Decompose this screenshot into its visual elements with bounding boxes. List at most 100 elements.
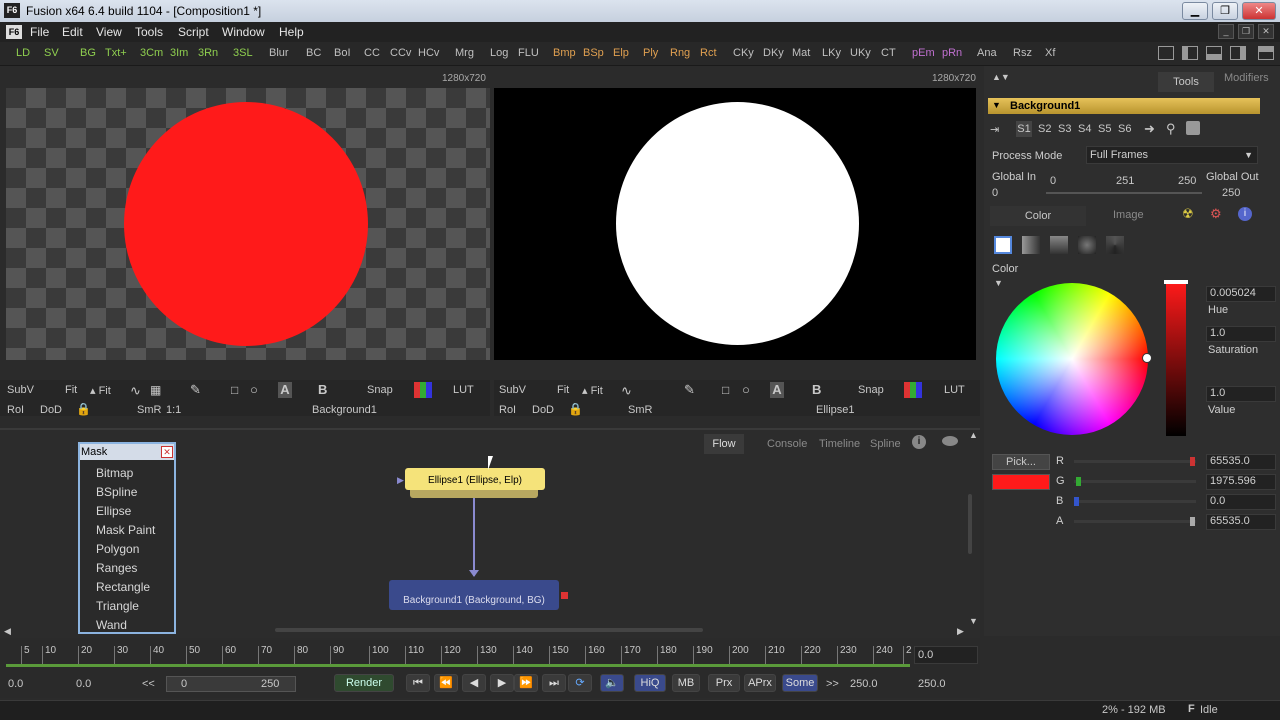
- layout-side-icon[interactable]: [1230, 46, 1246, 60]
- left-viewer[interactable]: [6, 88, 490, 360]
- layout-top-icon[interactable]: [1258, 46, 1274, 60]
- mask-item-wand[interactable]: Wand: [96, 616, 155, 635]
- tool-ccv[interactable]: CCv: [390, 47, 411, 59]
- color-expand-icon[interactable]: ▼: [994, 278, 1003, 288]
- minimize-button[interactable]: ▁: [1182, 2, 1208, 20]
- flow-vertical-scrollbar[interactable]: [968, 494, 972, 554]
- channel-g-slider[interactable]: [1074, 477, 1196, 486]
- channel-icon[interactable]: [414, 382, 432, 398]
- tool-bmp[interactable]: Bmp: [553, 47, 576, 59]
- tool-3im[interactable]: 3Im: [170, 47, 188, 59]
- swatch-radial-icon[interactable]: [1078, 236, 1096, 254]
- tool-3rn[interactable]: 3Rn: [198, 47, 218, 59]
- tool-ana[interactable]: Ana: [977, 47, 997, 59]
- tool-ld[interactable]: LD: [16, 47, 30, 59]
- left-fit-button[interactable]: Fit: [65, 384, 77, 396]
- color-wheel-handle[interactable]: [1142, 353, 1152, 363]
- spline-icon[interactable]: ∿: [621, 383, 632, 399]
- tool-xf[interactable]: Xf: [1045, 47, 1055, 59]
- right-fit-button[interactable]: Fit: [557, 384, 569, 396]
- tool-mrg[interactable]: Mrg: [455, 47, 474, 59]
- right-smr-button[interactable]: SmR: [628, 404, 652, 416]
- prx-button[interactable]: Prx: [708, 674, 740, 692]
- menu-edit[interactable]: Edit: [62, 25, 83, 39]
- tool-flu[interactable]: FLU: [518, 47, 539, 59]
- global-out-value[interactable]: 250: [1222, 187, 1240, 199]
- circle-icon[interactable]: ○: [250, 382, 258, 397]
- mask-item-ellipse[interactable]: Ellipse: [96, 502, 155, 521]
- save-icon[interactable]: [1186, 121, 1200, 135]
- saturation-field[interactable]: 1.0: [1206, 326, 1276, 342]
- range-forward-button[interactable]: >>: [826, 678, 839, 690]
- tab-spline[interactable]: Spline: [870, 434, 901, 454]
- rect-icon[interactable]: □: [231, 383, 238, 397]
- tool-txt[interactable]: Txt+: [105, 47, 127, 59]
- global-start-field[interactable]: 0.0: [8, 678, 23, 690]
- tool-boi[interactable]: BoI: [334, 47, 351, 59]
- range-back-button[interactable]: <<: [142, 678, 155, 690]
- tool-3sl[interactable]: 3SL: [233, 47, 253, 59]
- flow-horizontal-scrollbar[interactable]: [275, 628, 703, 632]
- menu-window[interactable]: Window: [222, 25, 265, 39]
- color-wheel[interactable]: [996, 283, 1152, 435]
- channel-g-handle[interactable]: [1076, 477, 1081, 486]
- channel-b-handle[interactable]: [1074, 497, 1079, 506]
- mb-button[interactable]: MB: [672, 674, 700, 692]
- swatch-solid-icon[interactable]: [994, 236, 1012, 254]
- time-ruler[interactable]: 5 10 20 30 40 50 60 70 80 90 100 110 120 130 140 150 160…: [0, 640, 980, 668]
- right-lut-button[interactable]: LUT: [944, 384, 965, 396]
- render-button[interactable]: Render: [334, 674, 394, 692]
- tab-tools[interactable]: Tools: [1158, 72, 1214, 92]
- value-slider-handle[interactable]: [1164, 280, 1188, 284]
- global-in-value[interactable]: 0: [992, 187, 998, 199]
- right-subv-button[interactable]: SubV: [499, 384, 526, 396]
- version-s1[interactable]: S1: [1016, 121, 1032, 137]
- right-fit2-button[interactable]: ▴ Fit: [582, 384, 603, 397]
- layout-stack-icon[interactable]: [1206, 46, 1222, 60]
- tool-blur[interactable]: Blur: [269, 47, 289, 59]
- go-end-icon[interactable]: ⏭: [542, 674, 566, 692]
- tool-log[interactable]: Log: [490, 47, 508, 59]
- doc-minimize-icon[interactable]: _: [1218, 24, 1234, 39]
- pen-icon[interactable]: ✎: [190, 382, 201, 398]
- channel-a-handle[interactable]: [1190, 517, 1195, 526]
- doc-close-icon[interactable]: ✕: [1258, 24, 1274, 39]
- link-icon[interactable]: ➜: [1144, 121, 1155, 137]
- tool-mat[interactable]: Mat: [792, 47, 810, 59]
- pen-icon[interactable]: ✎: [684, 382, 695, 398]
- right-snap-button[interactable]: Snap: [858, 384, 884, 396]
- render-range-slider[interactable]: 0 250: [166, 676, 296, 692]
- tool-pem[interactable]: pEm: [912, 47, 935, 59]
- info-icon[interactable]: i: [1238, 207, 1252, 221]
- spline-icon[interactable]: ∿: [130, 383, 141, 399]
- channel-g-field[interactable]: 1975.596: [1206, 474, 1276, 490]
- pin-icon[interactable]: ▲▼: [992, 72, 1010, 82]
- subtab-color[interactable]: Color: [990, 206, 1086, 226]
- gear-icon[interactable]: ⚙: [1210, 206, 1222, 222]
- tool-uky[interactable]: UKy: [850, 47, 871, 59]
- node-background[interactable]: Background1 (Background, BG): [389, 580, 559, 610]
- app-menu-icon[interactable]: F6: [6, 25, 22, 39]
- play-icon[interactable]: ▶: [490, 674, 514, 692]
- tool-header[interactable]: ▼ Background1: [988, 98, 1260, 114]
- pick-button[interactable]: Pick...: [992, 454, 1050, 470]
- left-fit2-button[interactable]: ▴ Fit: [90, 384, 111, 397]
- tool-rsz[interactable]: Rsz: [1013, 47, 1032, 59]
- rect-icon[interactable]: □: [722, 383, 729, 397]
- right-a-button[interactable]: A: [770, 382, 784, 398]
- tool-cky[interactable]: CKy: [733, 47, 754, 59]
- scroll-left-icon[interactable]: ◀: [4, 626, 11, 637]
- global-range-slider[interactable]: [1046, 192, 1202, 194]
- subtab-image[interactable]: Image: [1113, 209, 1144, 221]
- version-s6[interactable]: S6: [1118, 123, 1131, 135]
- collapse-icon[interactable]: ▼: [992, 100, 1001, 110]
- tool-lky[interactable]: LKy: [822, 47, 841, 59]
- left-subv-button[interactable]: SubV: [7, 384, 34, 396]
- version-s4[interactable]: S4: [1078, 123, 1091, 135]
- left-a-button[interactable]: A: [278, 382, 292, 398]
- swatch-vertical-icon[interactable]: [1050, 236, 1068, 254]
- mask-item-bspline[interactable]: BSpline: [96, 483, 155, 502]
- menu-view[interactable]: View: [96, 25, 122, 39]
- tab-console[interactable]: Console: [767, 434, 807, 454]
- right-viewer[interactable]: [494, 88, 976, 360]
